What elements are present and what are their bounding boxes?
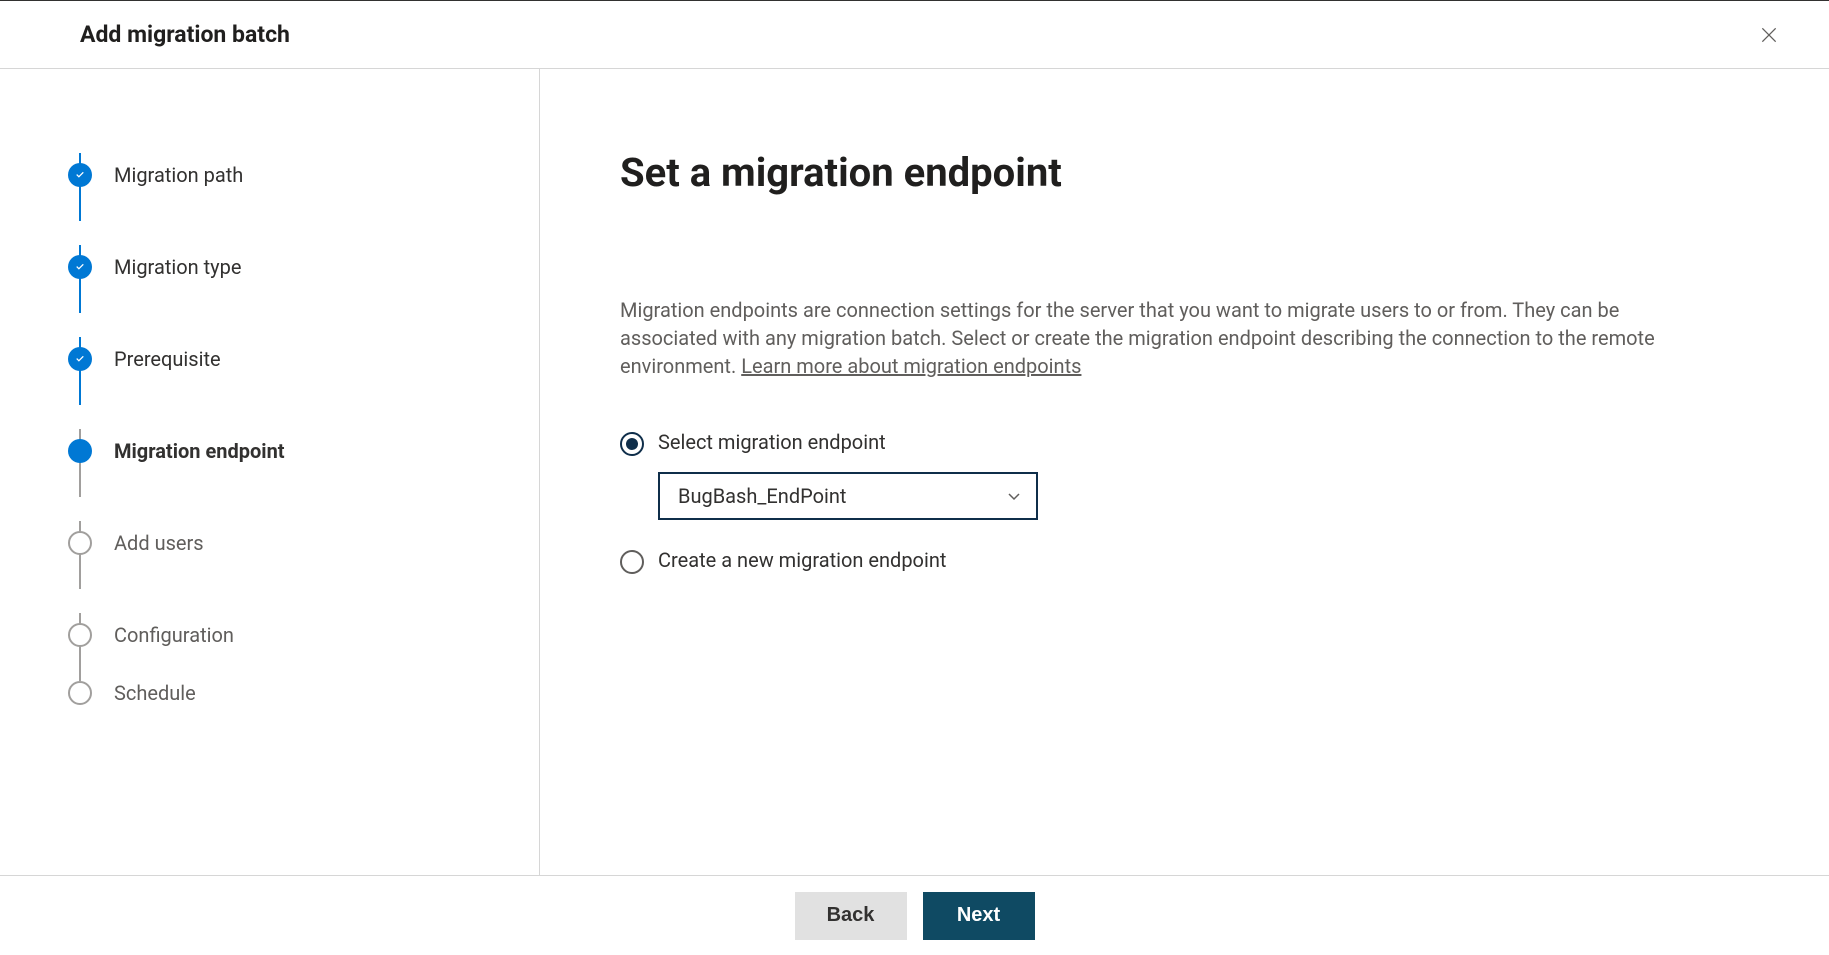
upcoming-step-icon [68, 531, 92, 555]
step-migration-endpoint[interactable]: Migration endpoint [68, 405, 539, 497]
step-label: Configuration [114, 623, 234, 647]
learn-more-link[interactable]: Learn more about migration endpoints [741, 354, 1081, 378]
step-migration-path[interactable]: Migration path [68, 129, 539, 221]
option-select-endpoint: Select migration endpoint BugBash_EndPoi… [620, 430, 1709, 520]
upcoming-step-icon [68, 681, 92, 705]
radio-label: Select migration endpoint [658, 430, 886, 454]
wizard-title: Add migration batch [80, 21, 290, 48]
step-label: Prerequisite [114, 347, 221, 371]
radio-label: Create a new migration endpoint [658, 548, 946, 572]
endpoint-radio-group: Select migration endpoint BugBash_EndPoi… [620, 430, 1709, 574]
radio-selected-icon [620, 432, 644, 456]
wizard-footer: Back Next [0, 875, 1829, 955]
step-prerequisite[interactable]: Prerequisite [68, 313, 539, 405]
step-add-users[interactable]: Add users [68, 497, 539, 589]
radio-select-endpoint[interactable]: Select migration endpoint [620, 430, 1709, 456]
wizard-header: Add migration batch [0, 1, 1829, 69]
upcoming-step-icon [68, 623, 92, 647]
step-schedule[interactable]: Schedule [68, 681, 539, 705]
step-label: Add users [114, 531, 204, 555]
steps-list: Migration path Migration type Prerequisi… [68, 129, 539, 705]
close-button[interactable] [1749, 15, 1789, 55]
step-label: Migration type [114, 255, 241, 279]
current-step-icon [68, 439, 92, 463]
page-title: Set a migration endpoint [620, 149, 1709, 196]
dropdown-value: BugBash_EndPoint [678, 484, 846, 508]
main-content: Set a migration endpoint Migration endpo… [540, 69, 1829, 955]
radio-unselected-icon [620, 550, 644, 574]
back-button[interactable]: Back [795, 892, 907, 940]
check-circle-icon [68, 255, 92, 279]
step-label: Migration endpoint [114, 439, 285, 463]
step-label: Schedule [114, 681, 196, 705]
description-text: Migration endpoints are connection setti… [620, 296, 1709, 380]
close-icon [1759, 25, 1779, 45]
step-label: Migration path [114, 163, 243, 187]
check-circle-icon [68, 347, 92, 371]
endpoint-dropdown[interactable]: BugBash_EndPoint [658, 472, 1038, 520]
next-button[interactable]: Next [923, 892, 1035, 940]
wizard-steps-sidebar: Migration path Migration type Prerequisi… [0, 69, 540, 955]
step-configuration[interactable]: Configuration [68, 589, 539, 681]
chevron-down-icon [1006, 488, 1022, 504]
radio-create-endpoint[interactable]: Create a new migration endpoint [620, 548, 1709, 574]
check-circle-icon [68, 163, 92, 187]
step-migration-type[interactable]: Migration type [68, 221, 539, 313]
wizard-body: Migration path Migration type Prerequisi… [0, 69, 1829, 955]
